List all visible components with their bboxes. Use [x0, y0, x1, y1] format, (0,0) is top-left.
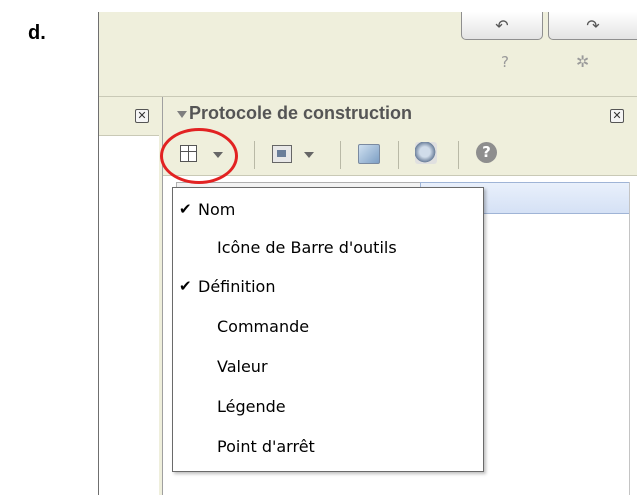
- menu-item-point-arret[interactable]: Point d'arrêt: [173, 427, 483, 465]
- export-icon[interactable]: [272, 145, 292, 163]
- toolbar-separator: [458, 141, 459, 169]
- left-panel-close-icon[interactable]: ✕: [135, 109, 149, 123]
- undo-icon: ↶: [495, 16, 509, 35]
- menu-item-commande[interactable]: Commande: [173, 307, 483, 345]
- menu-item-legende[interactable]: Légende: [173, 387, 483, 425]
- menu-item-label: Nom: [198, 199, 236, 219]
- toolbar-separator: [398, 141, 399, 169]
- redo-icon: ↷: [586, 16, 600, 35]
- menu-item-label: Icône de Barre d'outils: [217, 237, 397, 257]
- left-panel: [99, 97, 160, 495]
- menu-item-icone-barre-outils[interactable]: Icône de Barre d'outils: [173, 228, 483, 266]
- export-dropdown-arrow-icon[interactable]: [304, 152, 314, 158]
- collapse-triangle-icon[interactable]: [177, 111, 187, 118]
- redo-button[interactable]: ↷: [548, 12, 637, 40]
- menu-item-label: Commande: [217, 316, 310, 336]
- highlight-circle: [160, 128, 238, 184]
- menu-item-label: Définition: [198, 276, 276, 296]
- table-border: [629, 182, 630, 495]
- settings-icon[interactable]: ✲: [576, 52, 589, 71]
- toolbar-separator: [254, 141, 255, 169]
- menu-item-label: Légende: [217, 396, 286, 416]
- toolbar-separator: [340, 141, 341, 169]
- panel-title: Protocole de construction: [189, 103, 413, 123]
- navigation-bar-icon[interactable]: [358, 144, 380, 164]
- menu-item-definition[interactable]: ✔ Définition: [173, 267, 483, 305]
- menu-item-label: Point d'arrêt: [217, 436, 315, 456]
- step-label: d.: [28, 22, 46, 44]
- help-icon[interactable]: ?: [501, 53, 509, 71]
- menu-item-label: Valeur: [217, 356, 268, 376]
- menu-item-nom[interactable]: ✔ Nom: [173, 190, 483, 228]
- menu-item-valeur[interactable]: Valeur: [173, 347, 483, 385]
- panel-help-icon[interactable]: ?: [476, 142, 497, 163]
- left-panel-header: [99, 97, 159, 136]
- panel-close-icon[interactable]: ✕: [610, 109, 624, 123]
- zoom-icon[interactable]: [415, 142, 437, 164]
- columns-dropdown-menu: ✔ Nom Icône de Barre d'outils ✔ Définiti…: [172, 187, 484, 472]
- check-icon: ✔: [179, 277, 192, 295]
- check-icon: ✔: [179, 200, 192, 218]
- undo-button[interactable]: ↶: [461, 12, 543, 40]
